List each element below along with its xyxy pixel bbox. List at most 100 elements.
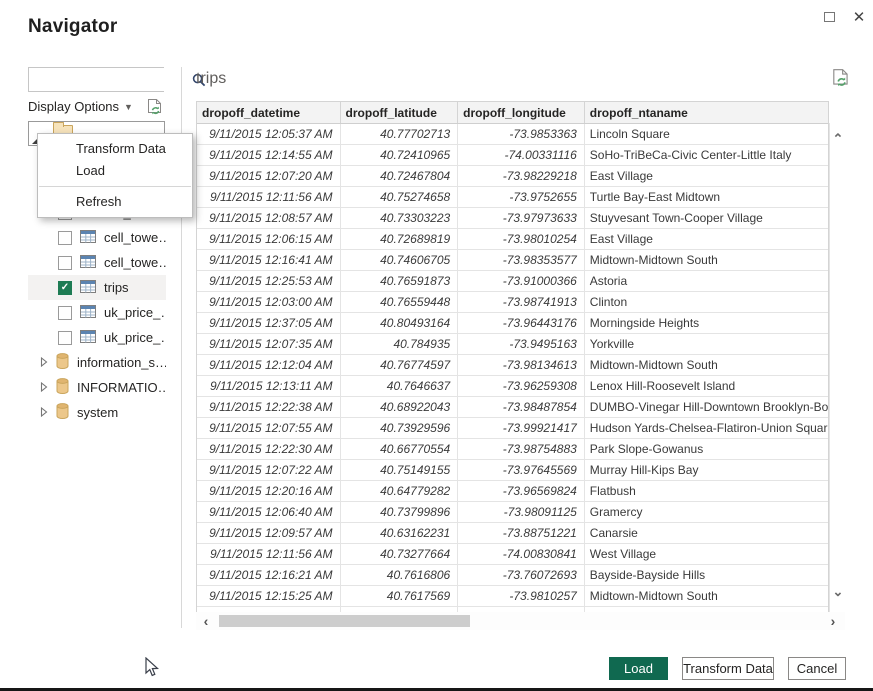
table-row: 9/11/2015 12:16:41 AM40.74606705-73.9835… [197, 250, 828, 271]
checkbox[interactable] [58, 256, 72, 270]
checkbox[interactable] [58, 231, 72, 245]
menu-item-load[interactable]: Load [38, 160, 192, 182]
table-row: 9/11/2015 12:22:30 AM40.66770554-73.9875… [197, 439, 828, 460]
table-cell: -73.96259308 [458, 376, 585, 396]
table-cell: 9/11/2015 12:22:30 AM [197, 439, 341, 459]
table-row: 9/11/2015 12:22:38 AM40.68922043-73.9848… [197, 397, 828, 418]
expand-arrow-icon[interactable] [28, 355, 48, 370]
expand-arrow-icon[interactable] [28, 405, 48, 420]
table-cell: Lincoln Square [585, 124, 828, 144]
table-cell: 40.76559448 [341, 292, 459, 312]
load-button[interactable]: Load [609, 657, 668, 680]
table-cell: 40.73799896 [341, 502, 459, 522]
search-input[interactable] [29, 68, 192, 91]
navigator-tree: cell_towe…cell_towe…cell_towe…✓tripsuk_p… [28, 200, 166, 425]
table-cell: Stuyvesant Town-Cooper Village [585, 208, 828, 228]
table-cell: 40.72467804 [341, 166, 459, 186]
table-cell: 9/11/2015 12:12:04 AM [197, 355, 341, 375]
maximize-button[interactable] [818, 7, 840, 27]
column-header-dropoff_ntaname[interactable]: dropoff_ntaname [585, 102, 828, 123]
table-cell: Midtown-Midtown South [585, 586, 828, 606]
table-row: 9/11/2015 12:25:53 AM40.76591873-73.9100… [197, 271, 828, 292]
table-cell: 40.72689819 [341, 229, 459, 249]
table-icon [80, 230, 96, 246]
preview-table: dropoff_datetimedropoff_latitudedropoff_… [196, 101, 829, 613]
menu-item-transform-data[interactable]: Transform Data [38, 138, 192, 160]
dialog-title: Navigator [28, 16, 117, 38]
cancel-button[interactable]: Cancel [788, 657, 846, 680]
table-cell: 9/11/2015 12:09:57 AM [197, 523, 341, 543]
table-cell: 9/11/2015 12:37:05 AM [197, 313, 341, 333]
checkbox[interactable] [58, 306, 72, 320]
table-cell: 40.76774597 [341, 355, 459, 375]
table-cell: Midtown-Midtown South [585, 355, 828, 375]
tree-item-label: cell_towe… [104, 230, 166, 245]
table-cell: 9/11/2015 12:06:40 AM [197, 502, 341, 522]
scroll-left-icon[interactable]: ‹ [196, 613, 216, 629]
table-cell: 9/11/2015 12:08:57 AM [197, 208, 341, 228]
tree-group-informatio-[interactable]: INFORMATIO… [28, 375, 166, 400]
close-button[interactable]: ✕ [848, 7, 870, 27]
table-header-row: dropoff_datetimedropoff_latitudedropoff_… [197, 102, 828, 124]
table-cell: -73.98091125 [458, 502, 585, 522]
tree-group-label: system [77, 405, 118, 420]
refresh-table-icon[interactable] [832, 68, 848, 87]
tree-item-uk-price-[interactable]: uk_price_… [28, 300, 166, 325]
mouse-cursor [145, 657, 160, 683]
table-cell: 40.75149155 [341, 460, 459, 480]
table-cell: -73.88751221 [458, 523, 585, 543]
table-cell: 40.80493164 [341, 313, 459, 333]
column-header-dropoff_latitude[interactable]: dropoff_latitude [341, 102, 459, 123]
display-options-dropdown[interactable]: Display Options ▼ [28, 99, 133, 114]
table-cell: -73.99921417 [458, 418, 585, 438]
table-cell: Flatbush [585, 481, 828, 501]
tree-group-information-s-[interactable]: information_s… [28, 350, 166, 375]
tree-item-cell-towe-[interactable]: cell_towe… [28, 225, 166, 250]
menu-item-refresh[interactable]: Refresh [38, 191, 192, 213]
table-cell: -73.98741913 [458, 292, 585, 312]
table-cell: 40.73929596 [341, 418, 459, 438]
table-cell: 9/11/2015 12:15:25 AM [197, 586, 341, 606]
table-cell: Park Slope-Gowanus [585, 439, 828, 459]
tree-group-system[interactable]: system [28, 400, 166, 425]
scroll-right-icon[interactable]: › [823, 613, 843, 629]
table-row: 9/11/2015 12:16:21 AM40.7616806-73.76072… [197, 565, 828, 586]
expand-arrow-icon[interactable] [28, 380, 48, 395]
table-cell: 40.72410965 [341, 145, 459, 165]
column-header-dropoff_longitude[interactable]: dropoff_longitude [458, 102, 585, 123]
table-cell: Gramercy [585, 502, 828, 522]
tree-item-uk-price-[interactable]: uk_price_… [28, 325, 166, 350]
table-cell: 9/11/2015 12:06:15 AM [197, 229, 341, 249]
table-row: 9/11/2015 12:08:57 AM40.73303223-73.9797… [197, 208, 828, 229]
table-cell: Hudson Yards-Chelsea-Flatiron-Union Squa… [585, 418, 828, 438]
tree-item-cell-towe-[interactable]: cell_towe… [28, 250, 166, 275]
column-header-dropoff_datetime[interactable]: dropoff_datetime [197, 102, 341, 123]
horizontal-scrollbar[interactable]: ‹ › [196, 612, 845, 630]
scroll-up-icon[interactable]: ⌃ [830, 131, 846, 147]
tree-item-trips[interactable]: ✓trips [28, 275, 166, 300]
table-cell: 40.7646637 [341, 376, 459, 396]
table-row: 9/11/2015 12:11:56 AM40.75274658-73.9752… [197, 187, 828, 208]
table-icon [80, 280, 96, 296]
table-cell: -73.98229218 [458, 166, 585, 186]
table-cell: -73.9810257 [458, 586, 585, 606]
database-icon [56, 403, 69, 422]
menu-separator [39, 186, 191, 187]
table-cell: -73.97645569 [458, 460, 585, 480]
database-icon [56, 353, 69, 372]
table-cell: 9/11/2015 12:16:41 AM [197, 250, 341, 270]
table-cell: West Village [585, 544, 828, 564]
tree-group-label: INFORMATIO… [77, 380, 166, 395]
transform-data-button[interactable]: Transform Data [682, 657, 774, 680]
table-row: 9/11/2015 12:06:15 AM40.72689819-73.9801… [197, 229, 828, 250]
table-cell: 40.77702713 [341, 124, 459, 144]
checkbox[interactable]: ✓ [58, 281, 72, 295]
scroll-down-icon[interactable]: ⌄ [830, 584, 846, 600]
vertical-scrollbar[interactable]: ⌃ ⌄ [829, 123, 845, 612]
horizontal-scroll-thumb[interactable] [219, 615, 470, 627]
close-icon: ✕ [853, 8, 866, 26]
refresh-preview-icon[interactable] [147, 98, 163, 117]
table-cell: 9/11/2015 12:22:38 AM [197, 397, 341, 417]
table-cell: -73.96443176 [458, 313, 585, 333]
checkbox[interactable] [58, 331, 72, 345]
